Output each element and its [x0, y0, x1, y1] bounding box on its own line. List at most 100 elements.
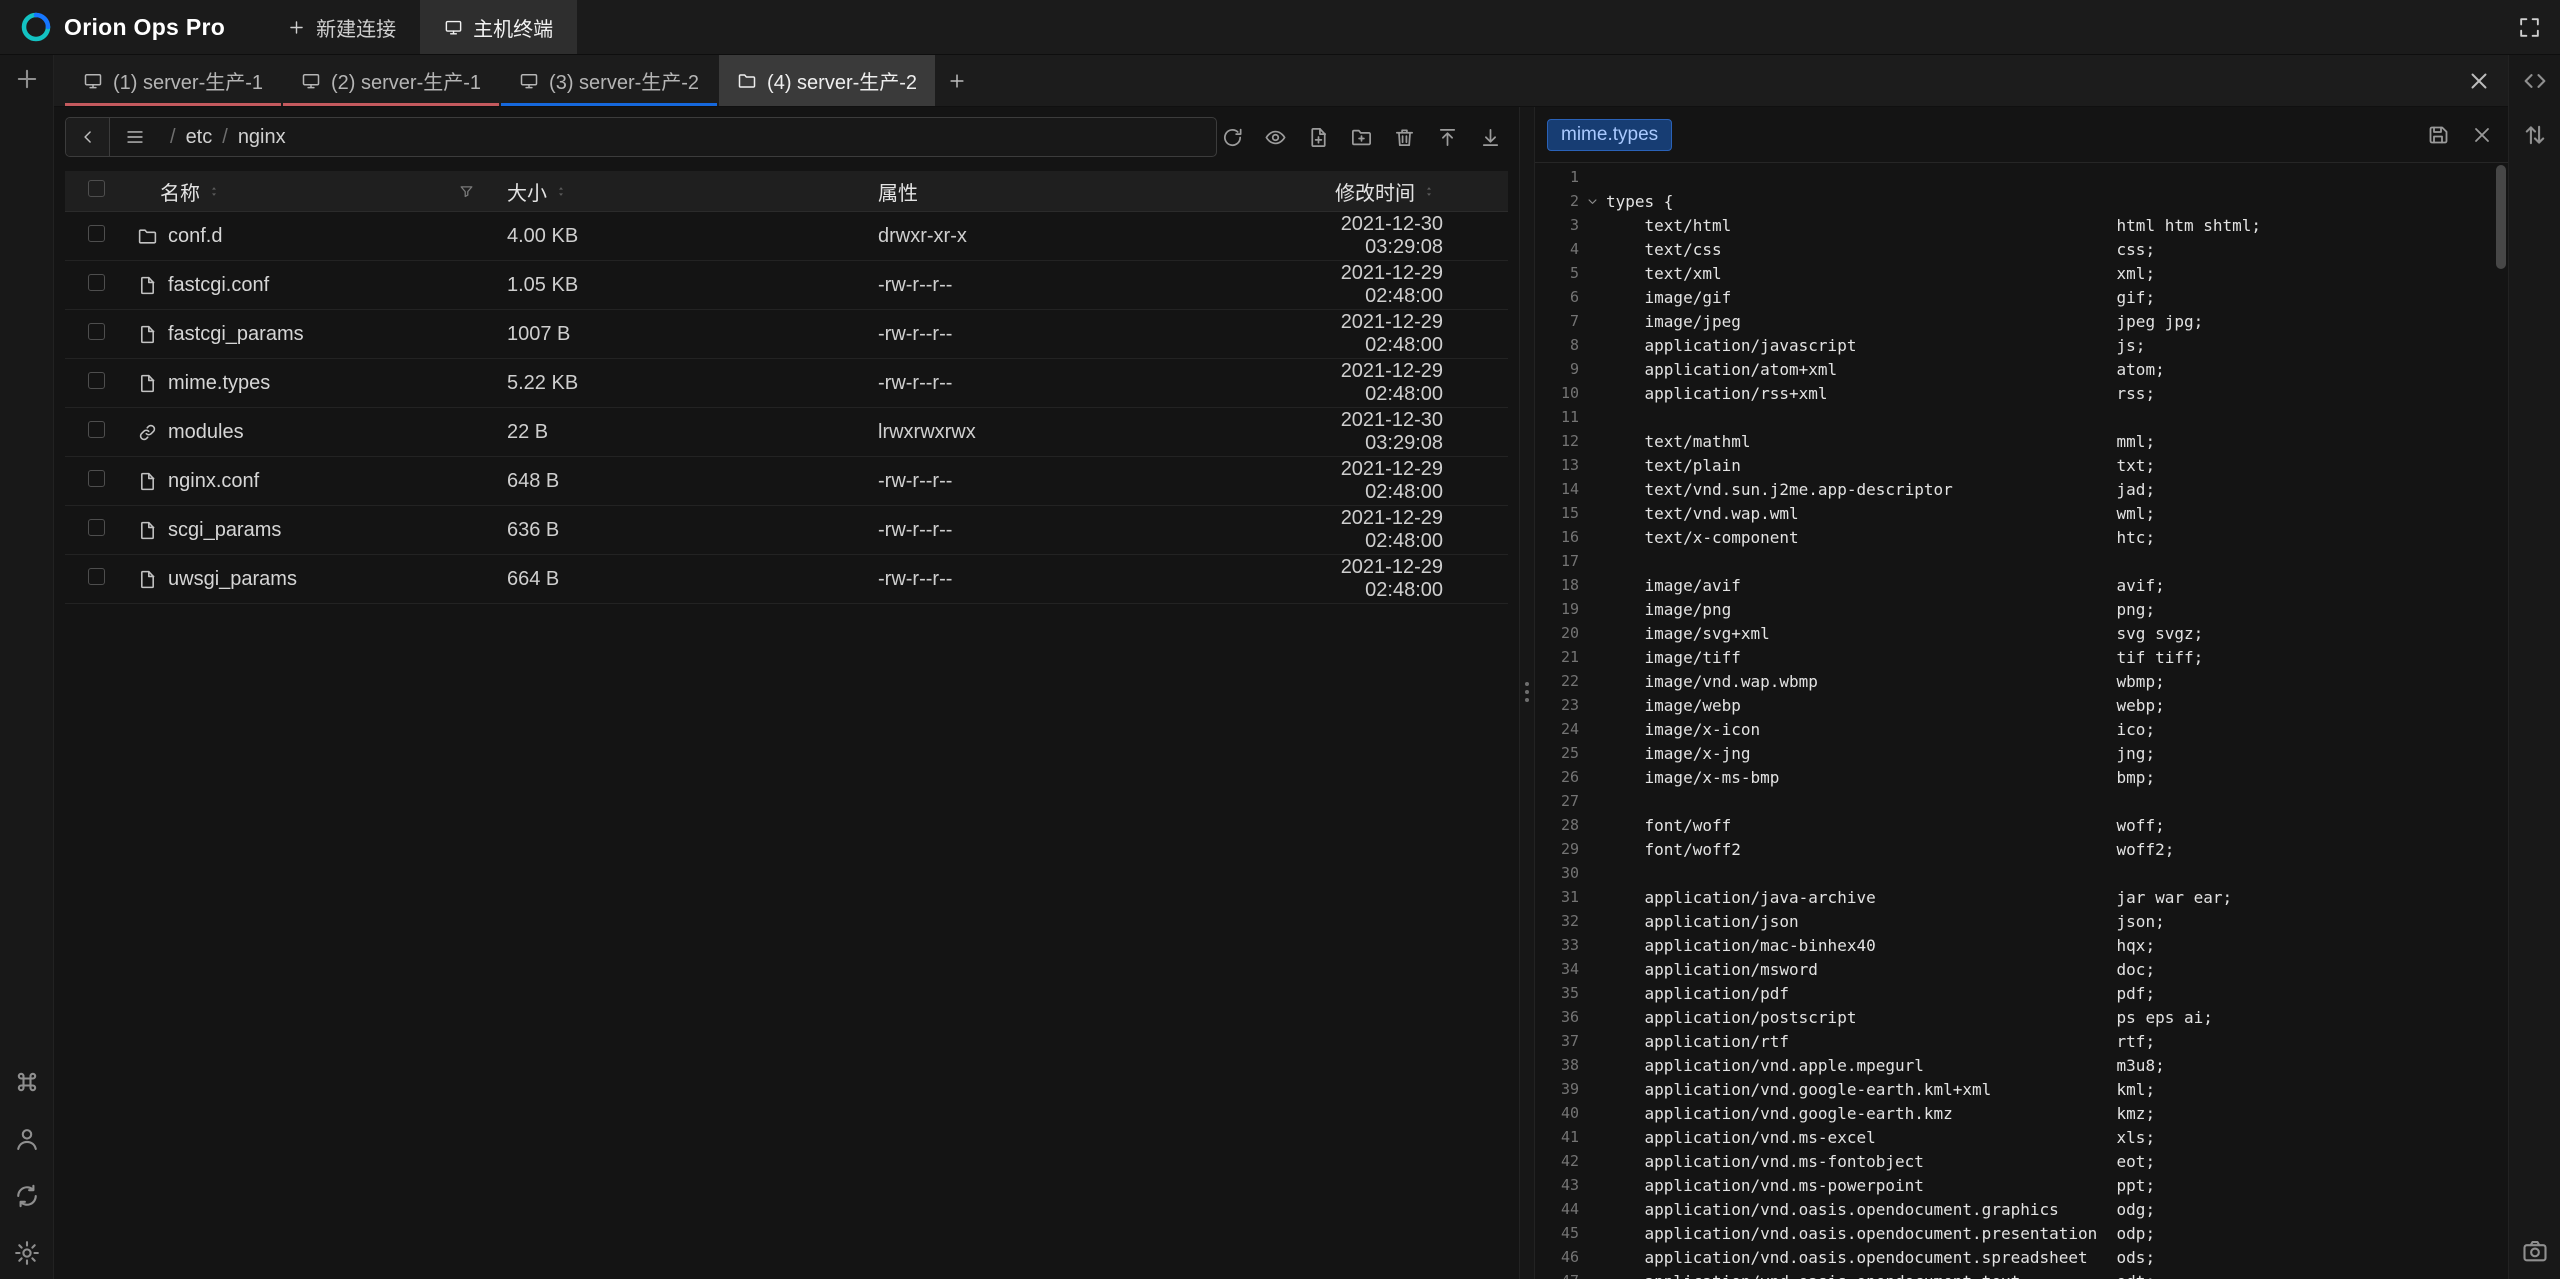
code-line-39[interactable]: 39 application/vnd.google-earth.kml+xml …: [1535, 1077, 2508, 1101]
panel-splitter[interactable]: [1519, 107, 1535, 1279]
code-line-44[interactable]: 44 application/vnd.oasis.opendocument.gr…: [1535, 1197, 2508, 1221]
code-line-6[interactable]: 6 image/gif gif;: [1535, 285, 2508, 309]
code-line-16[interactable]: 16 text/x-component htc;: [1535, 525, 2508, 549]
code-line-38[interactable]: 38 application/vnd.apple.mpegurl m3u8;: [1535, 1053, 2508, 1077]
code-line-3[interactable]: 3 text/html html htm shtml;: [1535, 213, 2508, 237]
trash-button[interactable]: [1393, 126, 1416, 149]
add-tab-button[interactable]: [935, 55, 979, 106]
session-tab-1[interactable]: (1) server-生产-1: [65, 55, 281, 106]
code-line-45[interactable]: 45 application/vnd.oasis.opendocument.pr…: [1535, 1221, 2508, 1245]
editor-scrollbar[interactable]: [2496, 165, 2506, 269]
code-line-4[interactable]: 4 text/css css;: [1535, 237, 2508, 261]
file-row-scgi_params[interactable]: scgi_params636 B-rw-r--r--2021-12-29 02:…: [65, 506, 1508, 555]
list-view-icon[interactable]: [124, 126, 146, 148]
eye-button[interactable]: [1264, 126, 1287, 149]
code-line-17[interactable]: 17: [1535, 549, 2508, 573]
code-line-7[interactable]: 7 image/jpeg jpeg jpg;: [1535, 309, 2508, 333]
open-file-tag[interactable]: mime.types: [1547, 119, 1672, 151]
close-editor-icon[interactable]: [2470, 123, 2494, 147]
file-row-uwsgi_params[interactable]: uwsgi_params664 B-rw-r--r--2021-12-29 02…: [65, 555, 1508, 604]
code-line-2[interactable]: 2types {: [1535, 189, 2508, 213]
plus-button[interactable]: [13, 65, 41, 93]
code-line-43[interactable]: 43 application/vnd.ms-powerpoint ppt;: [1535, 1173, 2508, 1197]
download-button[interactable]: [1479, 126, 1502, 149]
back-button[interactable]: [66, 118, 110, 156]
session-tab-4[interactable]: (4) server-生产-2: [719, 55, 935, 106]
code-line-15[interactable]: 15 text/vnd.wap.wml wml;: [1535, 501, 2508, 525]
file-name[interactable]: modules: [168, 421, 244, 444]
file-plus-button[interactable]: [1307, 126, 1330, 149]
file-row-modules[interactable]: modules22 Blrwxrwxrwx2021-12-30 03:29:08: [65, 408, 1508, 457]
file-row-fastcgi_params[interactable]: fastcgi_params1007 B-rw-r--r--2021-12-29…: [65, 310, 1508, 359]
save-icon[interactable]: [2426, 123, 2450, 147]
user-button[interactable]: [13, 1125, 41, 1153]
close-panel-icon[interactable]: [2466, 68, 2492, 94]
code-line-33[interactable]: 33 application/mac-binhex40 hqx;: [1535, 933, 2508, 957]
command-button[interactable]: [13, 1068, 41, 1096]
code-line-22[interactable]: 22 image/vnd.wap.wbmp wbmp;: [1535, 669, 2508, 693]
code-button[interactable]: [2521, 67, 2549, 95]
host-terminal-nav[interactable]: 主机终端: [420, 0, 577, 54]
code-line-26[interactable]: 26 image/x-ms-bmp bmp;: [1535, 765, 2508, 789]
code-line-34[interactable]: 34 application/msword doc;: [1535, 957, 2508, 981]
file-name[interactable]: conf.d: [168, 225, 222, 248]
row-checkbox[interactable]: [88, 323, 105, 340]
row-checkbox[interactable]: [88, 470, 105, 487]
refresh-button[interactable]: [1221, 126, 1244, 149]
row-checkbox[interactable]: [88, 274, 105, 291]
select-all-checkbox[interactable]: [88, 180, 105, 197]
breadcrumb-segment-nginx[interactable]: nginx: [238, 126, 286, 149]
code-line-11[interactable]: 11: [1535, 405, 2508, 429]
code-line-18[interactable]: 18 image/avif avif;: [1535, 573, 2508, 597]
file-name[interactable]: fastcgi.conf: [168, 274, 269, 297]
file-row-mime.types[interactable]: mime.types5.22 KB-rw-r--r--2021-12-29 02…: [65, 359, 1508, 408]
code-line-24[interactable]: 24 image/x-icon ico;: [1535, 717, 2508, 741]
code-line-21[interactable]: 21 image/tiff tif tiff;: [1535, 645, 2508, 669]
file-name[interactable]: uwsgi_params: [168, 568, 297, 591]
sort-name-icon[interactable]: [207, 183, 221, 200]
file-name[interactable]: nginx.conf: [168, 470, 259, 493]
file-name[interactable]: fastcgi_params: [168, 323, 304, 346]
code-line-1[interactable]: 1: [1535, 165, 2508, 189]
header-size-label[interactable]: 大小: [507, 177, 547, 206]
code-line-20[interactable]: 20 image/svg+xml svg svgz;: [1535, 621, 2508, 645]
code-line-19[interactable]: 19 image/png png;: [1535, 597, 2508, 621]
code-line-42[interactable]: 42 application/vnd.ms-fontobject eot;: [1535, 1149, 2508, 1173]
code-line-29[interactable]: 29 font/woff2 woff2;: [1535, 837, 2508, 861]
code-line-35[interactable]: 35 application/pdf pdf;: [1535, 981, 2508, 1005]
file-name[interactable]: mime.types: [168, 372, 270, 395]
swap-button[interactable]: [2521, 121, 2549, 149]
code-line-41[interactable]: 41 application/vnd.ms-excel xls;: [1535, 1125, 2508, 1149]
session-tab-2[interactable]: (2) server-生产-1: [283, 55, 499, 106]
new-connection-button[interactable]: 新建连接: [263, 0, 420, 54]
file-row-fastcgi.conf[interactable]: fastcgi.conf1.05 KB-rw-r--r--2021-12-29 …: [65, 261, 1508, 310]
upload-button[interactable]: [1436, 126, 1459, 149]
code-line-47[interactable]: 47 application/vnd.oasis.opendocument.te…: [1535, 1269, 2508, 1279]
sync-button[interactable]: [13, 1182, 41, 1210]
code-line-14[interactable]: 14 text/vnd.sun.j2me.app-descriptor jad;: [1535, 477, 2508, 501]
file-row-conf.d[interactable]: conf.d4.00 KBdrwxr-xr-x2021-12-30 03:29:…: [65, 212, 1508, 261]
sort-mtime-icon[interactable]: [1422, 183, 1436, 200]
code-line-10[interactable]: 10 application/rss+xml rss;: [1535, 381, 2508, 405]
header-mtime-label[interactable]: 修改时间: [1335, 177, 1415, 206]
filter-icon[interactable]: [458, 183, 475, 200]
row-checkbox[interactable]: [88, 225, 105, 242]
code-line-8[interactable]: 8 application/javascript js;: [1535, 333, 2508, 357]
code-line-36[interactable]: 36 application/postscript ps eps ai;: [1535, 1005, 2508, 1029]
code-line-30[interactable]: 30: [1535, 861, 2508, 885]
header-name-label[interactable]: 名称: [160, 177, 200, 206]
code-line-32[interactable]: 32 application/json json;: [1535, 909, 2508, 933]
code-line-40[interactable]: 40 application/vnd.google-earth.kmz kmz;: [1535, 1101, 2508, 1125]
fullscreen-icon[interactable]: [2517, 15, 2542, 40]
file-row-nginx.conf[interactable]: nginx.conf648 B-rw-r--r--2021-12-29 02:4…: [65, 457, 1508, 506]
fold-toggle-icon[interactable]: [1585, 194, 1600, 209]
code-line-27[interactable]: 27: [1535, 789, 2508, 813]
folder-plus-button[interactable]: [1350, 126, 1373, 149]
file-name[interactable]: scgi_params: [168, 519, 281, 542]
code-line-13[interactable]: 13 text/plain txt;: [1535, 453, 2508, 477]
code-line-23[interactable]: 23 image/webp webp;: [1535, 693, 2508, 717]
row-checkbox[interactable]: [88, 568, 105, 585]
code-line-28[interactable]: 28 font/woff woff;: [1535, 813, 2508, 837]
session-tab-3[interactable]: (3) server-生产-2: [501, 55, 717, 106]
row-checkbox[interactable]: [88, 519, 105, 536]
